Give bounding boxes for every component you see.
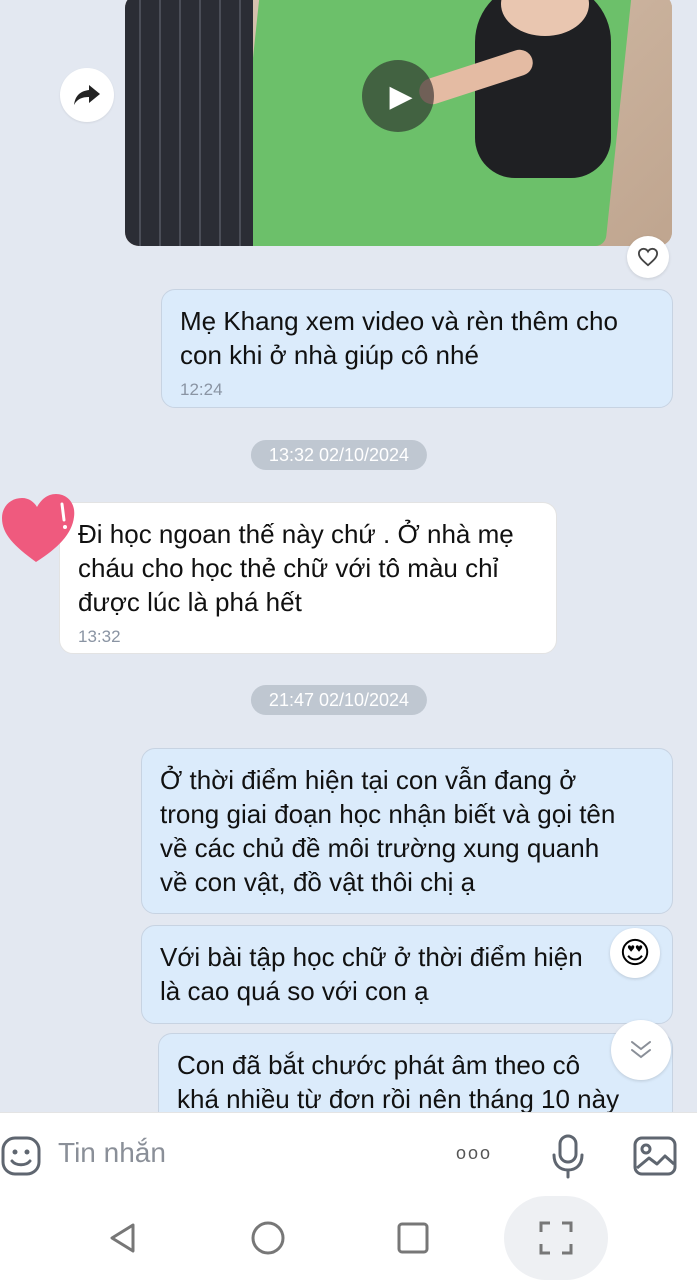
home-circle-icon[interactable] — [235, 1208, 301, 1268]
message-composer: Tin nhắn ooo — [0, 1112, 697, 1197]
chat-area[interactable]: ▶ Mẹ Khang xem video và rèn thêm cho con… — [0, 0, 697, 1112]
heart-eyes-reaction: 😍 — [610, 928, 660, 978]
scroll-down-icon[interactable] — [611, 1020, 671, 1080]
message-text: Con đã bắt chước phát âm theo cô khá nhi… — [177, 1050, 620, 1112]
message-bubble-outgoing[interactable]: Mẹ Khang xem video và rèn thêm cho con k… — [161, 289, 673, 408]
date-separator: 21:47 02/10/2024 — [250, 685, 428, 715]
video-message[interactable]: ▶ — [125, 0, 672, 246]
message-time: 12:24 — [180, 380, 223, 399]
message-bubble-incoming[interactable]: Đi học ngoan thế này chứ . Ở nhà mẹ cháu… — [59, 502, 557, 654]
message-time: 13:32 — [78, 627, 121, 646]
back-triangle-icon[interactable] — [90, 1208, 156, 1268]
heart-outline-icon[interactable] — [627, 236, 669, 278]
microphone-icon[interactable] — [548, 1133, 588, 1179]
system-navigation-bar — [0, 1196, 697, 1280]
heart-reaction-icon — [2, 494, 75, 562]
date-separator: 13:32 02/10/2024 — [250, 440, 428, 470]
message-text: Mẹ Khang xem video và rèn thêm cho con k… — [180, 306, 618, 370]
recents-square-icon[interactable] — [380, 1208, 446, 1268]
message-bubble-outgoing[interactable]: Với bài tập học chữ ở thời điểm hiện là … — [141, 925, 673, 1024]
message-text: Đi học ngoan thế này chứ . Ở nhà mẹ cháu… — [78, 519, 514, 617]
expand-corners-icon[interactable] — [523, 1208, 589, 1268]
message-input[interactable]: Tin nhắn — [58, 1137, 166, 1169]
play-icon[interactable]: ▶ — [362, 60, 434, 132]
share-arrow-icon[interactable] — [60, 68, 114, 122]
more-options-icon[interactable]: ooo — [456, 1143, 492, 1164]
video-thumbnail-person — [125, 0, 253, 246]
message-text: Ở thời điểm hiện tại con vẫn đang ở tron… — [160, 765, 616, 897]
sticker-icon[interactable] — [0, 1135, 42, 1177]
message-bubble-outgoing[interactable]: Con đã bắt chước phát âm theo cô khá nhi… — [158, 1033, 673, 1112]
message-bubble-outgoing[interactable]: Ở thời điểm hiện tại con vẫn đang ở tron… — [141, 748, 673, 914]
message-text: Với bài tập học chữ ở thời điểm hiện là … — [160, 942, 583, 1006]
image-icon[interactable] — [632, 1135, 678, 1177]
